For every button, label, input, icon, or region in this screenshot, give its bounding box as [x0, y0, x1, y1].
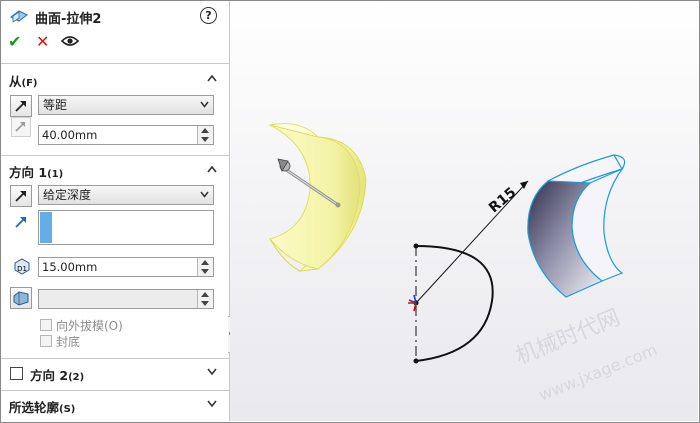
direction1-section-title[interactable]: 方向 1(1) [9, 162, 63, 181]
direction-arrow-icon [15, 101, 26, 112]
chevron-down-icon [200, 101, 209, 108]
direction1-key: (1) [47, 169, 64, 180]
property-manager: 曲面-拉伸2 ? ✔ ✕ 从(F) 等距 40.00mm 方向 1(1) 给定深… [1, 1, 230, 421]
reverse-direction-button[interactable] [10, 185, 32, 207]
end-condition-value: 给定深度 [43, 188, 92, 202]
divider [1, 155, 229, 156]
divider [1, 63, 229, 64]
from-title-text: 从 [9, 74, 22, 89]
chevron-up-icon[interactable] [207, 165, 217, 173]
cap-end-checkbox[interactable] [40, 335, 52, 347]
direction2-title-text: 方向 2 [30, 368, 69, 383]
extruded-surface[interactable] [527, 154, 626, 298]
chevron-down-icon [200, 191, 209, 198]
sketch-profile[interactable] [408, 180, 529, 364]
from-section-title[interactable]: 从(F) [9, 71, 38, 90]
draft-angle-input[interactable] [38, 289, 214, 309]
cancel-button[interactable]: ✕ [36, 34, 49, 50]
feature-header: 曲面-拉伸2 ? ✔ ✕ [1, 1, 229, 59]
help-icon[interactable]: ? [200, 7, 217, 24]
depth-dimension-icon: D1 [14, 258, 30, 275]
from-direction-button[interactable] [10, 95, 32, 117]
ok-button[interactable]: ✔ [8, 34, 21, 50]
draft-icon [13, 291, 29, 306]
from-condition-value: 等距 [43, 98, 68, 112]
reverse-offset-button[interactable] [11, 117, 31, 137]
from-condition-select[interactable]: 等距 [38, 95, 214, 115]
direction1-title-text: 方向 1 [9, 165, 48, 180]
from-key: (F) [21, 78, 38, 89]
depth-spinner[interactable] [197, 258, 213, 276]
direction-vector-selection[interactable] [38, 210, 214, 245]
contours-title-text: 所选轮廓 [9, 400, 60, 415]
selected-contours-section-title[interactable]: 所选轮廓(S) [9, 397, 75, 416]
chevron-down-icon[interactable] [207, 368, 217, 376]
draft-toggle-button[interactable] [10, 287, 32, 309]
active-selection-bar [40, 212, 52, 243]
contours-key: (S) [59, 404, 76, 415]
draft-outward-checkbox[interactable] [40, 319, 52, 331]
draft-spinner[interactable] [197, 290, 213, 308]
chevron-up-icon[interactable] [207, 74, 217, 82]
chevron-down-icon[interactable] [207, 400, 217, 408]
graphics-viewport[interactable]: R15 机械时代网 www.jxage.com [230, 1, 698, 421]
detailed-preview-eye-icon[interactable] [61, 35, 79, 47]
preview-surface[interactable] [268, 123, 367, 272]
extrude-direction-arrow-icon [15, 217, 26, 228]
end-condition-select[interactable]: 给定深度 [38, 185, 214, 205]
svg-text:D1: D1 [17, 265, 27, 273]
direction2-key: (2) [68, 372, 85, 383]
divider [1, 390, 229, 391]
direction-arrow-icon [15, 191, 26, 202]
from-offset-input[interactable]: 40.00mm [38, 125, 214, 145]
depth-input[interactable]: 15.00mm [38, 257, 214, 277]
from-offset-value: 40.00mm [42, 128, 98, 142]
depth-value: 15.00mm [42, 260, 98, 274]
feature-title: 曲面-拉伸2 [35, 12, 102, 27]
divider [1, 358, 229, 359]
offset-spinner[interactable] [197, 126, 213, 144]
surface-extrude-icon [10, 10, 28, 23]
reverse-direction-icon [15, 122, 25, 132]
direction2-checkbox[interactable] [10, 367, 23, 380]
draft-outward-label: 向外拔模(O) [56, 319, 123, 333]
direction2-section-title[interactable]: 方向 2(2) [30, 365, 84, 384]
cap-end-label: 封底 [56, 335, 81, 349]
